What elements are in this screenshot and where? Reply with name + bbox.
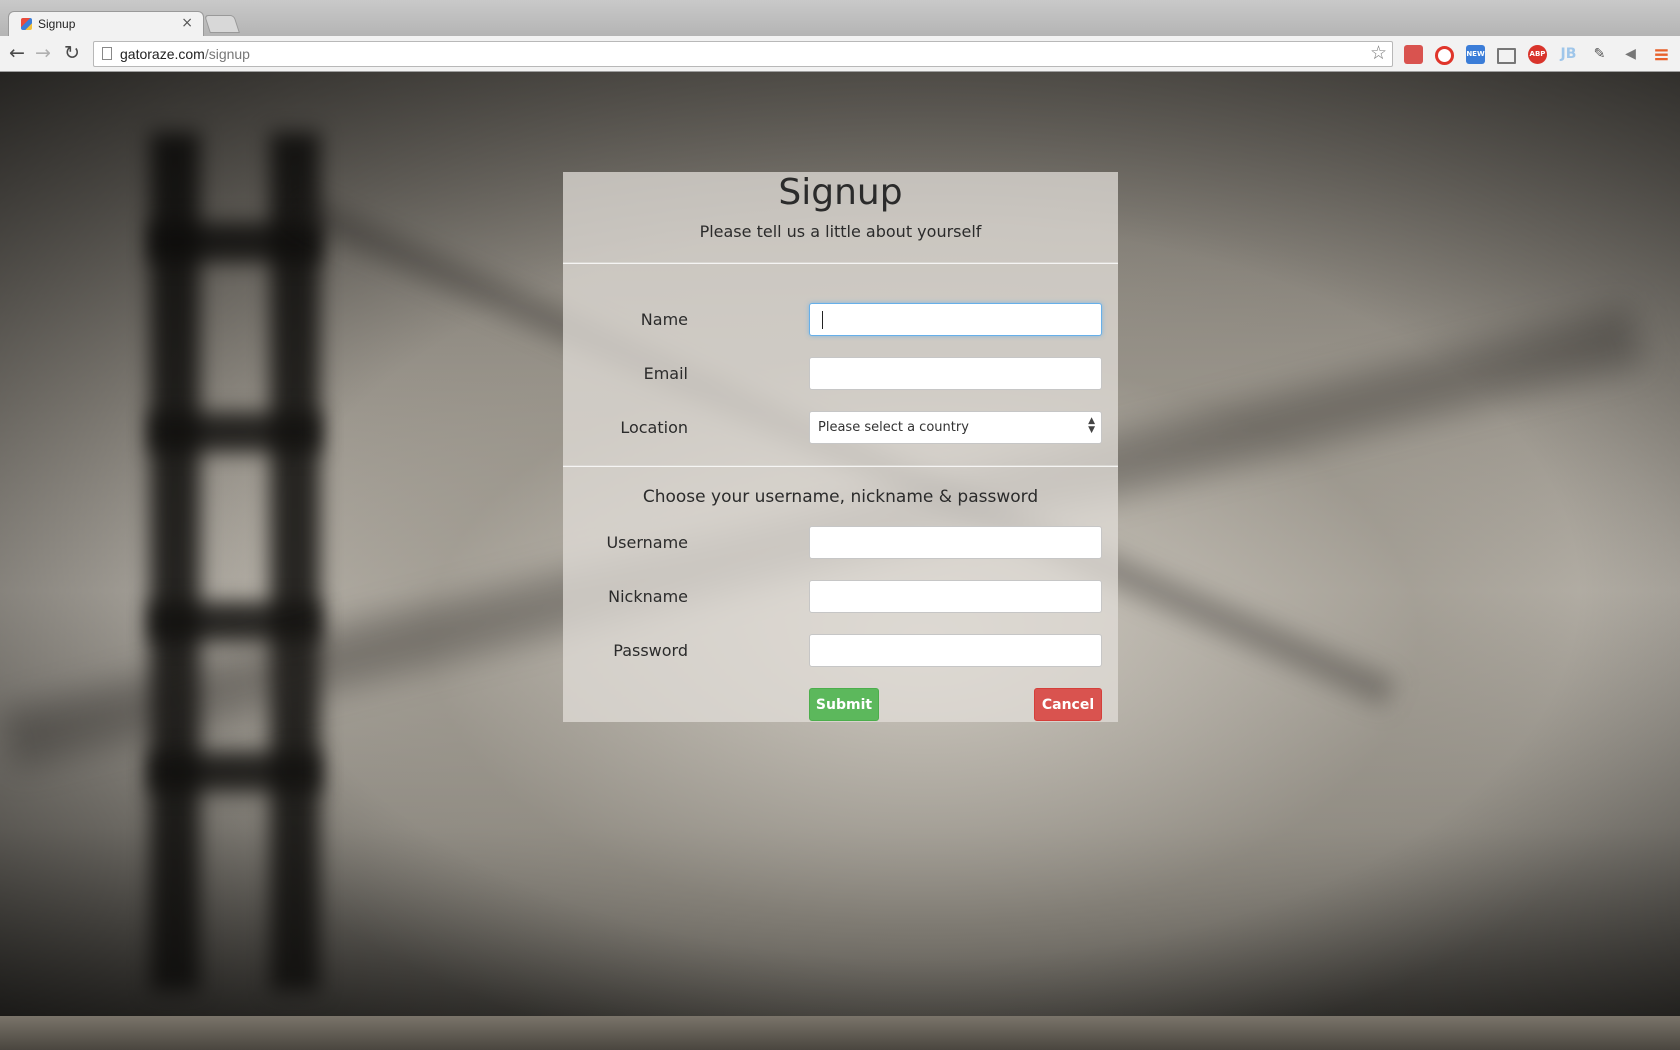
submit-button[interactable]: Submit (809, 688, 879, 721)
divider (563, 465, 1118, 467)
page-subtitle: Please tell us a little about yourself (699, 222, 982, 241)
bookmark-star-icon[interactable]: ☆ (1370, 42, 1387, 64)
email-input[interactable] (809, 357, 1102, 390)
name-label: Name (640, 310, 688, 329)
footer-band (0, 1016, 1680, 1050)
reload-icon[interactable]: ↻ (60, 41, 84, 65)
nickname-input[interactable] (809, 580, 1102, 613)
signup-card: Signup Please tell us a little about you… (563, 172, 1118, 722)
page-title: Signup (778, 172, 903, 213)
new-extension-icon[interactable]: NEW (1466, 45, 1485, 64)
tab-title: Signup (38, 17, 76, 31)
bookmark-extension-icon[interactable] (1404, 45, 1423, 64)
back-icon[interactable]: ← (5, 41, 29, 65)
jb-extension-icon[interactable]: JB (1559, 45, 1578, 64)
username-input[interactable] (809, 526, 1102, 559)
section-title: Choose your username, nickname & passwor… (642, 487, 1039, 507)
name-input[interactable] (809, 303, 1102, 336)
text-caret (822, 311, 823, 329)
url-host: gatoraze.com (120, 46, 205, 62)
divider (563, 262, 1118, 264)
site-favicon-icon (21, 18, 32, 30)
cancel-button[interactable]: Cancel (1034, 688, 1102, 721)
select-arrows-icon: ▲ ▼ (1088, 416, 1095, 435)
location-select[interactable]: Please select a country ▲ ▼ (809, 411, 1102, 444)
tab-signup[interactable]: Signup × (8, 11, 204, 36)
nickname-label: Nickname (608, 587, 688, 606)
location-selected-value: Please select a country (818, 420, 969, 435)
password-input[interactable] (809, 634, 1102, 667)
adblock-icon[interactable]: ABP (1528, 45, 1547, 64)
url-path: /signup (204, 46, 250, 62)
record-extension-icon[interactable] (1435, 46, 1454, 65)
tab-close-icon[interactable]: × (181, 15, 193, 31)
forward-icon[interactable]: → (31, 41, 55, 65)
page-icon (102, 47, 112, 60)
email-label: Email (643, 364, 688, 383)
username-label: Username (606, 533, 688, 552)
location-label: Location (620, 418, 688, 437)
browser-toolbar: ← → ↻ gatoraze.com/signup ☆ NEW ABP JB ✎… (0, 36, 1680, 72)
new-tab-button[interactable] (204, 15, 240, 33)
speaker-extension-icon[interactable]: ◀ (1621, 45, 1640, 64)
cast-icon[interactable] (1497, 48, 1516, 64)
chrome-menu-icon[interactable]: ≡ (1652, 44, 1671, 64)
eyedropper-extension-icon[interactable]: ✎ (1590, 45, 1609, 64)
url-text: gatoraze.com/signup (120, 46, 250, 62)
browser-tab-bar: Signup × (0, 0, 1680, 36)
password-label: Password (613, 641, 688, 660)
address-bar[interactable]: gatoraze.com/signup ☆ (93, 41, 1393, 67)
